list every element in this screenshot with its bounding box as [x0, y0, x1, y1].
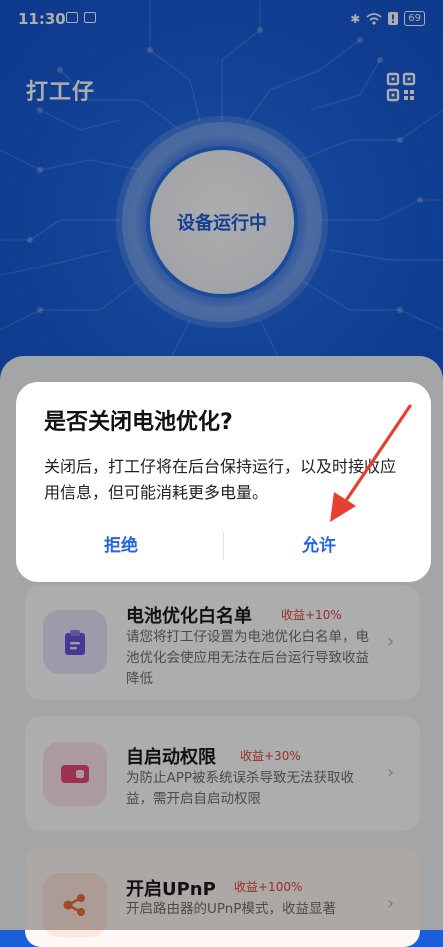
button-divider — [223, 532, 224, 560]
allow-button[interactable]: 允许 — [244, 528, 394, 564]
dialog-title: 是否关闭电池优化? — [44, 410, 233, 435]
dialog-message: 关闭后，打工仔将在后台保持运行，以及时接收应用信息，但可能消耗更多电量。 — [44, 457, 397, 502]
battery-optimization-dialog: 是否关闭电池优化? 关闭后，打工仔将在后台保持运行，以及时接收应用信息，但可能消… — [16, 382, 431, 582]
reject-button[interactable]: 拒绝 — [46, 528, 196, 564]
